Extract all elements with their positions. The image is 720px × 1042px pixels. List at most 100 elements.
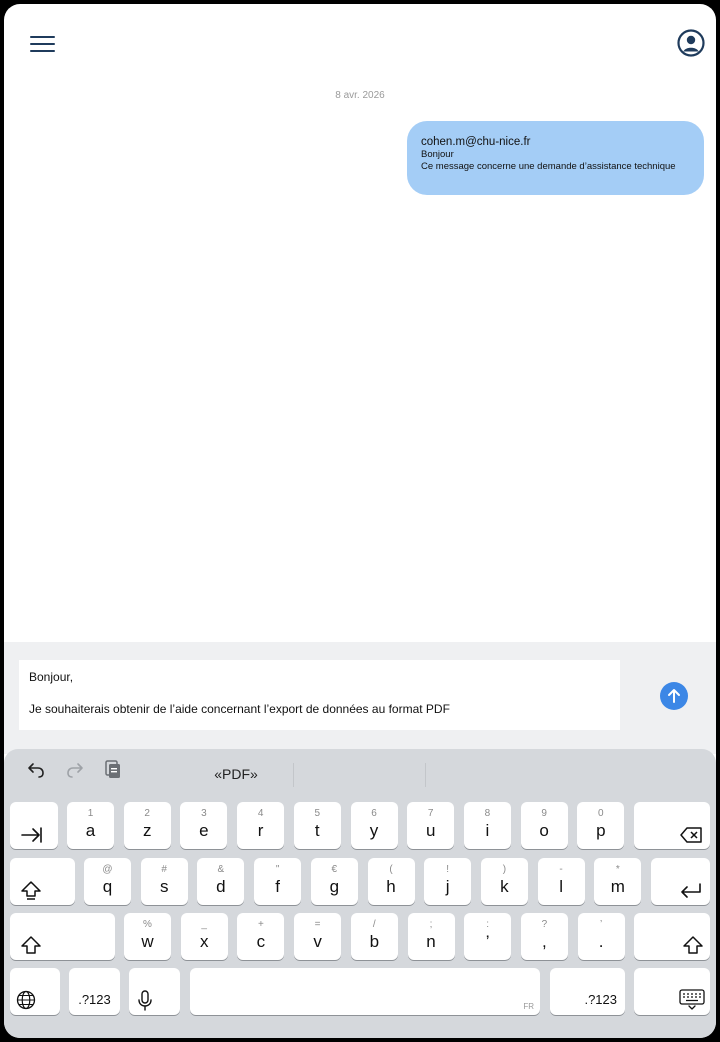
shift-key-right[interactable]: [634, 913, 710, 960]
hamburger-icon: [30, 36, 55, 38]
globe-key[interactable]: [10, 968, 60, 1015]
key-8[interactable]: ) k: [480, 858, 528, 905]
menu-button[interactable]: [28, 34, 58, 56]
key-6[interactable]: 6y: [350, 802, 398, 849]
message-line: Bonjour: [421, 149, 454, 160]
key-9[interactable]: ’.: [577, 913, 625, 960]
key-label: e: [199, 821, 209, 840]
paste-button[interactable]: [102, 758, 126, 782]
key-3[interactable]: + c: [237, 913, 285, 960]
language-tag: FR: [523, 1002, 534, 1011]
space-key[interactable]: FR: [190, 968, 540, 1015]
globe-icon: [16, 990, 36, 1010]
backspace-icon: [680, 827, 702, 843]
key-secondary-label: !: [446, 864, 450, 875]
keyboard-dismiss-icon: [679, 989, 705, 1010]
key-8[interactable]: 8i: [463, 802, 511, 849]
key-label: q: [102, 877, 113, 896]
dismiss-keyboard-key[interactable]: [634, 968, 710, 1015]
key-secondary-label: 6: [371, 808, 377, 819]
key-secondary-label: 0: [598, 808, 604, 819]
suggestion-item[interactable]: «PDF»: [181, 766, 291, 782]
key-7[interactable]: :’: [464, 913, 512, 960]
key-label: m: [610, 877, 625, 896]
key-4[interactable]: = v: [294, 913, 342, 960]
key-secondary-label: ": [275, 864, 280, 875]
key-secondary-label: 9: [541, 808, 547, 819]
key-label: x: [199, 932, 209, 951]
key-4[interactable]: " f: [254, 858, 302, 905]
key-5[interactable]: / b: [350, 913, 398, 960]
message-bubble[interactable]: cohen.m@chu-nice.fr Bonjour Ce message c…: [407, 121, 704, 195]
caps-lock-key[interactable]: [10, 858, 75, 905]
key-secondary-label: -: [559, 864, 563, 875]
microphone-icon: [138, 990, 152, 1011]
key-label: i: [485, 821, 490, 840]
numbers-key-left[interactable]: .?123: [69, 968, 120, 1015]
key-secondary-label: _: [201, 919, 207, 930]
app-screen: 8 avr. 2026 cohen.m@chu-nice.fr Bonjour …: [4, 4, 716, 1038]
key-2[interactable]: 2z: [123, 802, 171, 849]
profile-button[interactable]: [677, 29, 707, 59]
key-10[interactable]: 0p: [577, 802, 625, 849]
key-6[interactable]: (h: [367, 858, 415, 905]
key-7[interactable]: ! j: [424, 858, 472, 905]
key-9[interactable]: 9o: [520, 802, 568, 849]
composer-line: Bonjour,: [29, 670, 74, 684]
key-label: l: [559, 877, 563, 896]
message-sender: cohen.m@chu-nice.fr: [421, 136, 531, 148]
date-separator: 8 avr. 2026: [335, 90, 385, 101]
key-5[interactable]: € g: [310, 858, 358, 905]
composer-line: Je souhaiterais obtenir de l’aide concer…: [29, 702, 450, 716]
redo-icon: [67, 763, 83, 778]
message-input[interactable]: Bonjour, Je souhaiterais obtenir de l’ai…: [19, 660, 620, 730]
key-label: z: [142, 821, 152, 840]
key-6[interactable]: ; n: [407, 913, 455, 960]
numbers-key-label: .?123: [78, 992, 111, 1007]
key-label: n: [426, 932, 436, 951]
key-2[interactable]: _ x: [180, 913, 228, 960]
numbers-key-right[interactable]: .?123: [550, 968, 625, 1015]
key-secondary-label: ?: [541, 919, 548, 930]
suggestion-divider: [293, 763, 294, 787]
key-secondary-label: 8: [484, 808, 491, 819]
key-3[interactable]: & d: [197, 858, 245, 905]
key-9[interactable]: -l: [537, 858, 585, 905]
backspace-key[interactable]: [634, 802, 710, 849]
key-2[interactable]: # s: [140, 858, 188, 905]
redo-button[interactable]: [63, 758, 87, 782]
key-1[interactable]: @ q: [84, 858, 131, 905]
key-secondary-label: =: [314, 919, 321, 930]
send-button[interactable]: [660, 682, 688, 710]
key-secondary-label: 3: [201, 808, 207, 819]
key-secondary-label: ;: [429, 919, 433, 930]
dictation-key[interactable]: [129, 968, 180, 1015]
key-1[interactable]: 1a: [67, 802, 114, 849]
shift-key-left[interactable]: [10, 913, 115, 960]
user-circle-icon: [677, 29, 705, 57]
key-label: c: [256, 932, 266, 951]
undo-button[interactable]: [24, 758, 48, 782]
key-7[interactable]: 7u: [407, 802, 455, 849]
key-label: g: [329, 877, 340, 896]
key-5[interactable]: 5t: [293, 802, 341, 849]
return-key[interactable]: [651, 858, 710, 905]
key-3[interactable]: 3e: [180, 802, 228, 849]
key-secondary-label: 1: [87, 808, 94, 819]
suggestion-divider: [425, 763, 426, 787]
key-label: b: [369, 932, 380, 951]
key-4[interactable]: 4r: [237, 802, 285, 849]
key-secondary-label: @: [102, 864, 113, 875]
key-label: p: [596, 821, 606, 840]
key-10[interactable]: * m: [594, 858, 642, 905]
return-icon: [681, 883, 701, 898]
key-secondary-label: /: [372, 919, 376, 930]
key-secondary-label: %: [143, 919, 152, 930]
key-label: y: [369, 821, 379, 840]
key-8[interactable]: ?,: [520, 913, 568, 960]
key-label: k: [500, 877, 509, 896]
tab-key[interactable]: [10, 802, 58, 849]
key-1[interactable]: % w: [124, 913, 171, 960]
key-secondary-label: 4: [257, 808, 264, 819]
key-label: h: [386, 877, 396, 896]
